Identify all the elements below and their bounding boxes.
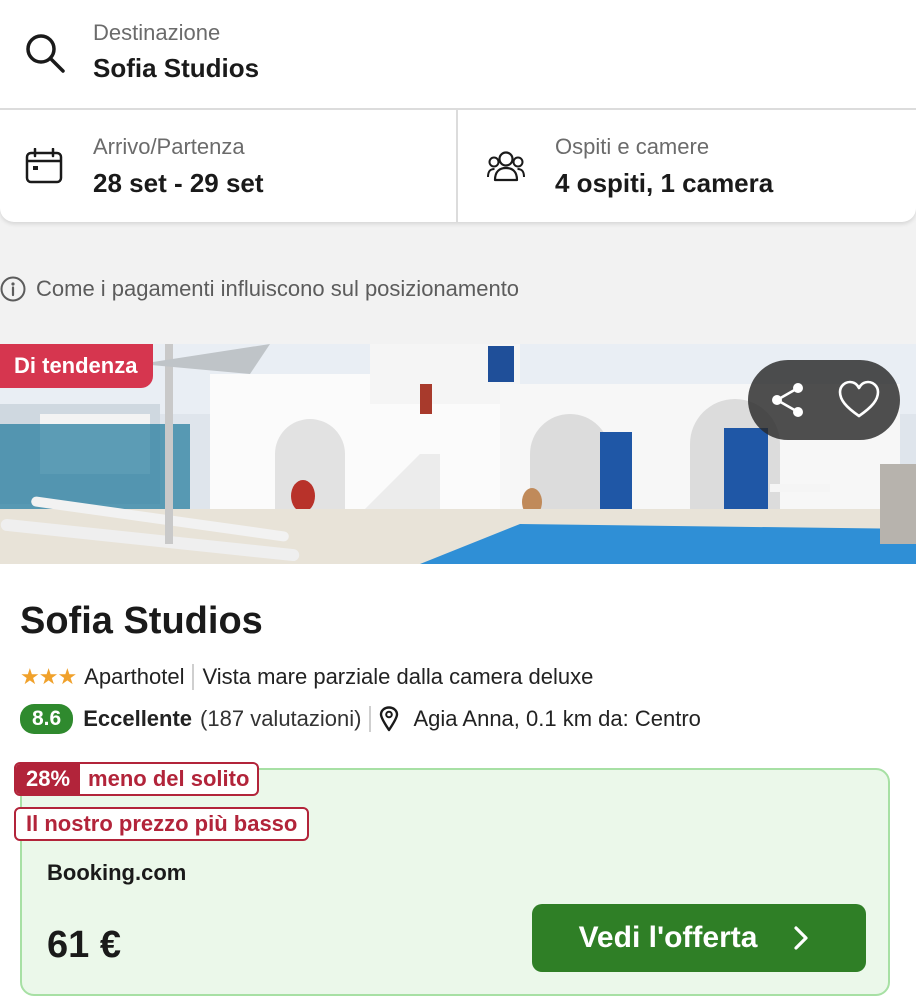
search-card: Destinazione Sofia Studios Arrivo/Parten… [0, 0, 916, 222]
guests-icon [487, 151, 525, 182]
view-offer-button[interactable]: Vedi l'offerta [532, 904, 866, 972]
heart-icon[interactable] [838, 380, 880, 420]
lowest-price-tag: Il nostro prezzo più basso [14, 807, 310, 841]
disclaimer-text: Come i pagamenti influiscono sul posizio… [36, 276, 520, 301]
view-offer-label: Vedi l'offerta [578, 921, 758, 954]
hotel-photo[interactable]: Di tendenza [0, 344, 916, 564]
chevron-right-icon [794, 926, 809, 950]
dates-guests-row: Arrivo/Partenza 28 set - 29 set Ospiti e… [0, 110, 916, 222]
hotel-result-card[interactable]: Di tendenza Sofia Studios ★★★ Aparthotel… [0, 344, 916, 1002]
provider-name: Booking.com [47, 860, 187, 885]
hotel-type: Aparthotel [84, 664, 185, 689]
rating-line: 8.6 Eccellente (187 valutazioni) Agia An… [20, 704, 701, 734]
dates-value: 28 set - 29 set [93, 168, 264, 198]
share-icon[interactable] [768, 380, 808, 420]
hotel-feature: Vista mare parziale dalla camera deluxe [202, 664, 594, 689]
calendar-icon [25, 148, 63, 184]
rating-score-badge: 8.6 [20, 704, 74, 734]
destination-value: Sofia Studios [93, 53, 260, 83]
ranking-disclaimer[interactable]: Come i pagamenti influiscono sul posizio… [0, 274, 519, 304]
hotel-type-line: ★★★ Aparthotel Vista mare parziale dalla… [20, 662, 593, 692]
search-icon [26, 34, 65, 73]
hotel-name[interactable]: Sofia Studios [20, 600, 263, 643]
price: 61 € [47, 924, 121, 966]
star-rating: ★★★ [20, 664, 77, 689]
separator [192, 664, 195, 690]
trending-badge: Di tendenza [0, 344, 154, 388]
separator [369, 706, 372, 732]
destination-field[interactable]: Destinazione Sofia Studios [0, 0, 916, 110]
photo-actions [748, 360, 900, 440]
discount-percent: 28% [16, 764, 81, 794]
discount-text: meno del solito [88, 766, 250, 791]
guests-field[interactable]: Ospiti e camere 4 ospiti, 1 camera [458, 110, 916, 222]
rating-label: Eccellente [83, 706, 193, 731]
dates-field[interactable]: Arrivo/Partenza 28 set - 29 set [0, 110, 456, 222]
info-icon [0, 276, 26, 302]
dates-label: Arrivo/Partenza [93, 134, 245, 159]
location-text: Agia Anna, 0.1 km da: Centro [413, 706, 701, 731]
map-pin-icon [380, 706, 399, 732]
guests-value: 4 ospiti, 1 camera [555, 168, 774, 198]
discount-tag: 28% meno del solito [14, 762, 260, 796]
rating-count: (187 valutazioni) [200, 706, 362, 731]
guests-label: Ospiti e camere [555, 134, 710, 159]
destination-label: Destinazione [93, 20, 221, 45]
